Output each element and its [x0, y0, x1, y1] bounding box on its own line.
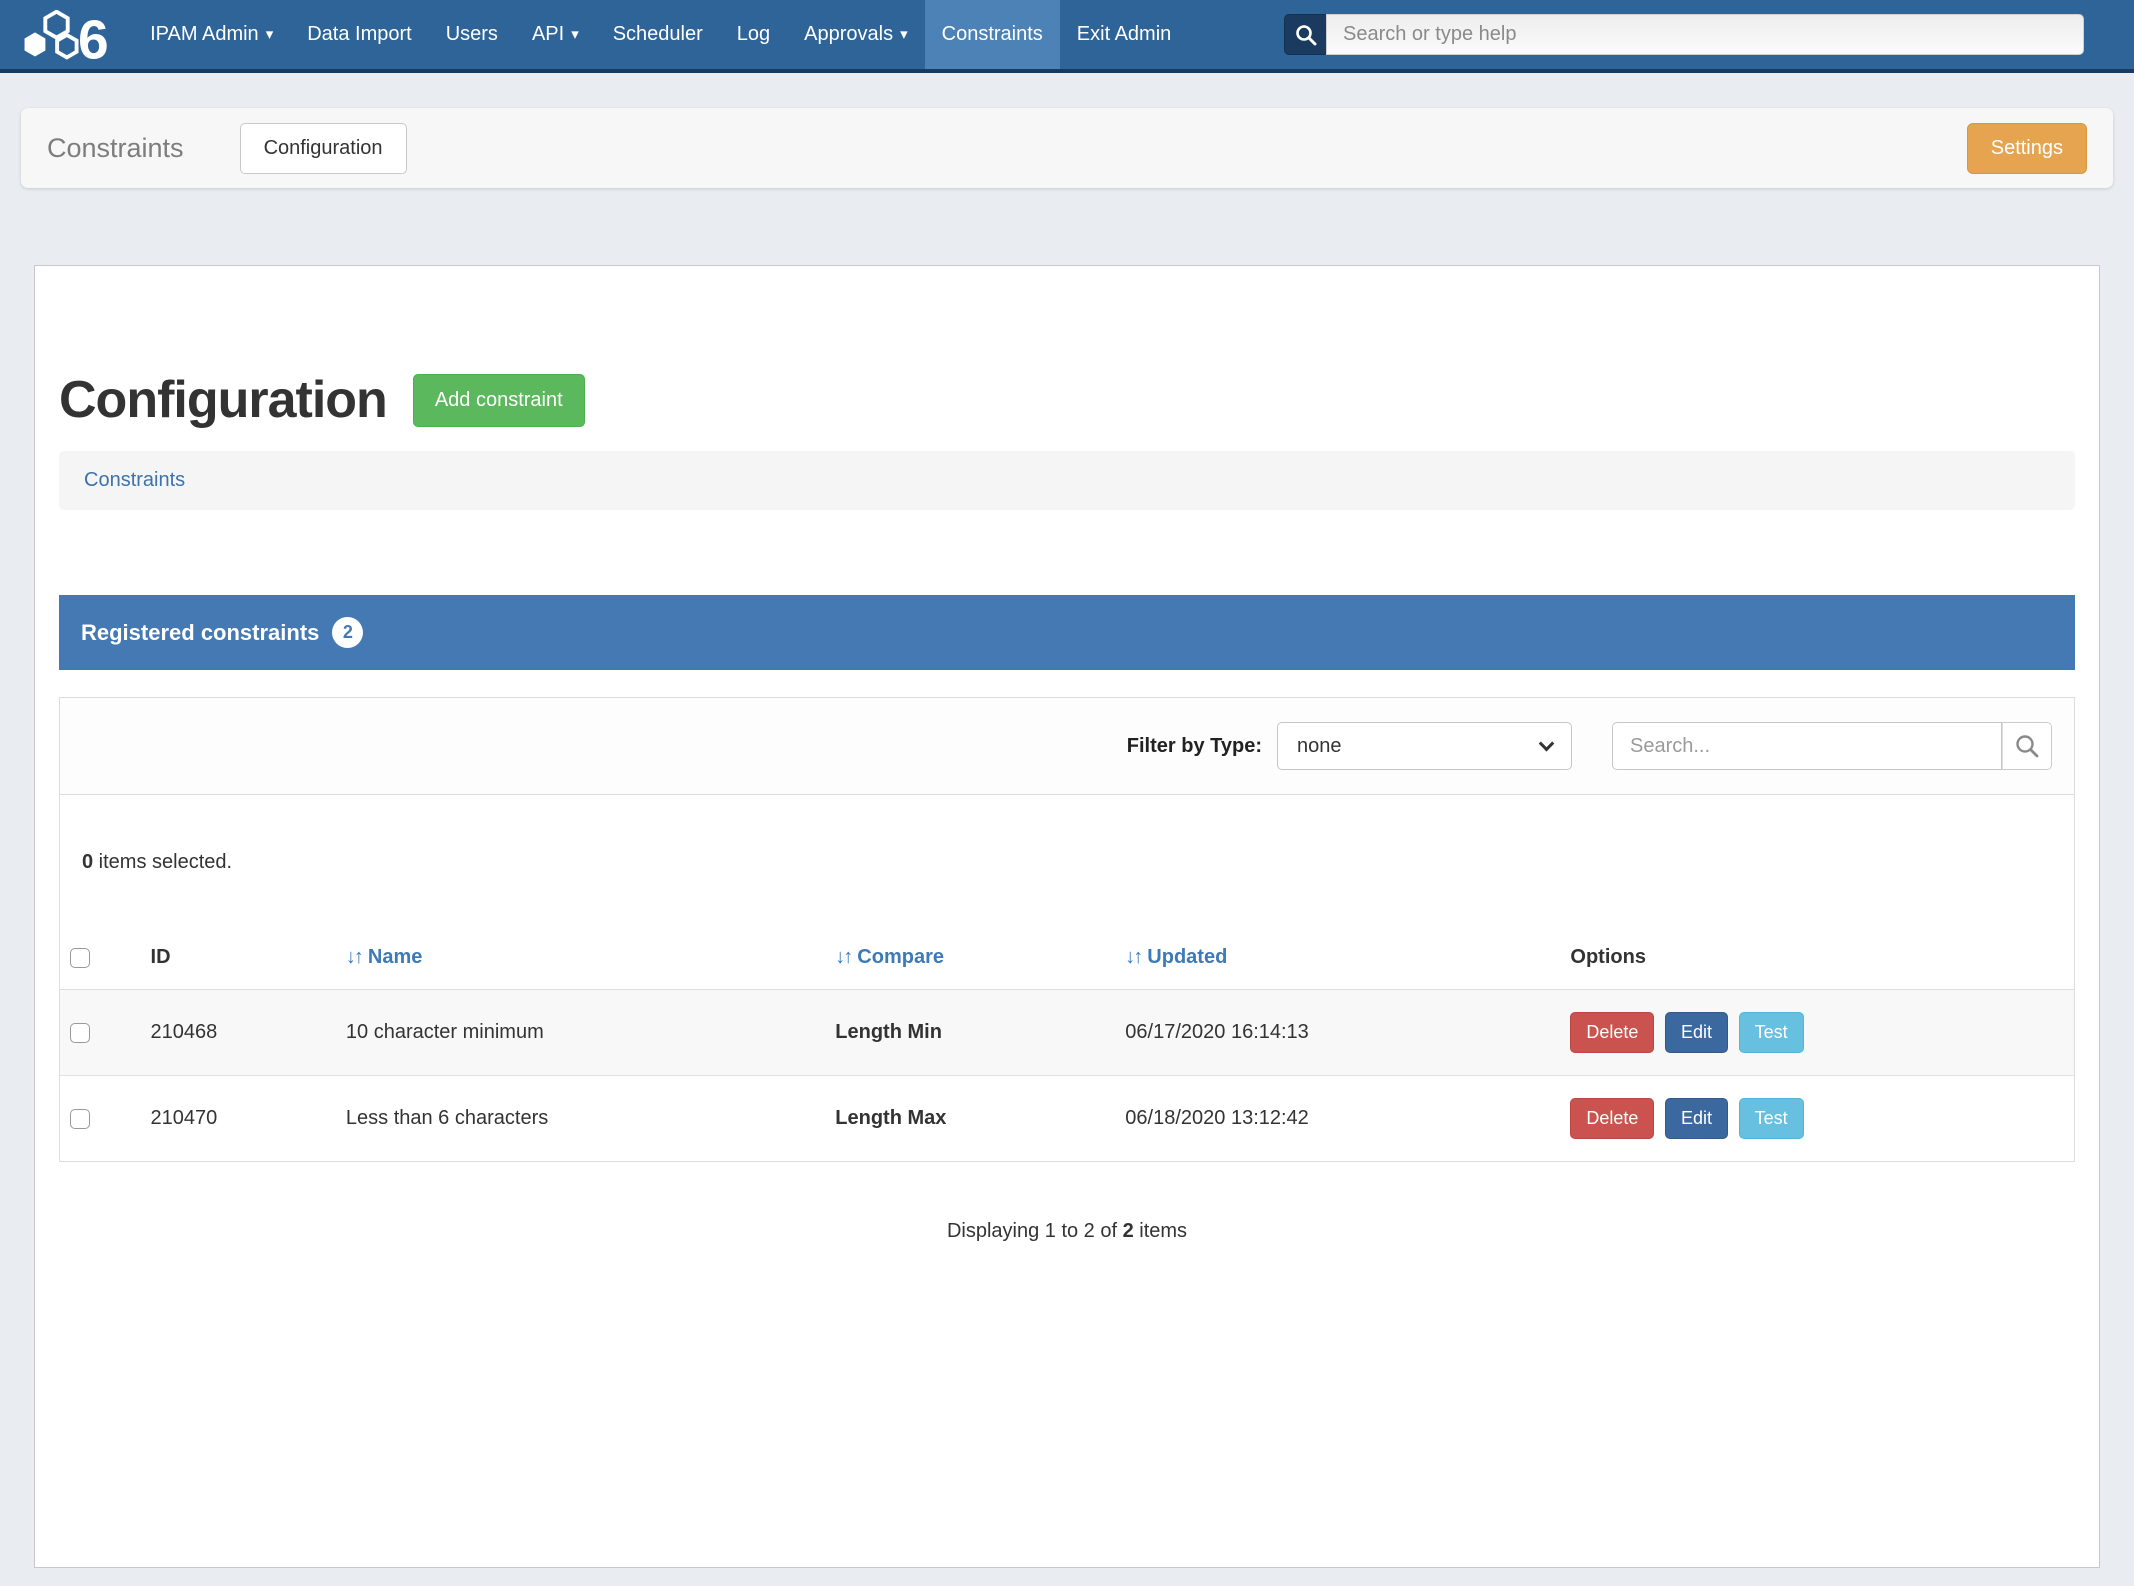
breadcrumb: Constraints [59, 451, 2075, 510]
sort-icon: ↓↑ [1125, 946, 1141, 968]
search-icon [2014, 733, 2040, 759]
cell-updated: 06/17/2020 16:14:13 [1115, 990, 1560, 1076]
nav-item-label: Data Import [307, 23, 411, 46]
page-header-bar: Constraints Configuration Settings [21, 108, 2113, 188]
configuration-tab-button[interactable]: Configuration [240, 123, 407, 174]
nav-item-users[interactable]: Users [429, 0, 515, 69]
cell-name: Less than 6 characters [336, 1076, 825, 1162]
table-filter-row: Filter by Type: none [60, 698, 2074, 795]
caret-down-icon: ▾ [900, 27, 908, 42]
nav-item-label: API [532, 23, 564, 46]
table-search-group [1612, 722, 2052, 770]
row-checkbox[interactable] [70, 1023, 90, 1043]
selected-count: 0 [82, 851, 93, 873]
sort-icon: ↓↑ [835, 946, 851, 968]
column-header-name[interactable]: ↓↑Name [336, 930, 825, 990]
cell-name: 10 character minimum [336, 990, 825, 1076]
nav-item-ipam-admin[interactable]: IPAM Admin ▾ [133, 0, 290, 69]
nav-item-exit-admin[interactable]: Exit Admin [1060, 0, 1188, 69]
global-search-button[interactable] [1284, 14, 1326, 55]
total-items-count: 2 [1123, 1220, 1134, 1242]
cell-id: 210470 [141, 1076, 336, 1162]
selected-text: items selected. [93, 851, 232, 873]
sort-icon: ↓↑ [346, 946, 362, 968]
pagination-summary: Displaying 1 to 2 of 2 items [59, 1220, 2075, 1243]
registered-constraints-panel-header: Registered constraints 2 [59, 595, 2075, 670]
nav-item-data-import[interactable]: Data Import [290, 0, 428, 69]
nav-item-label: Log [737, 23, 770, 46]
panel-title: Registered constraints [81, 620, 319, 646]
delete-button[interactable]: Delete [1570, 1012, 1654, 1053]
global-search [1284, 14, 2084, 55]
global-search-input[interactable] [1326, 14, 2084, 55]
filter-type-selected-value: none [1297, 735, 1342, 758]
nav-item-label: IPAM Admin [150, 23, 259, 46]
constraints-table: ID ↓↑Name ↓↑Compare ↓↑Updated Options 21… [60, 930, 2074, 1161]
select-all-checkbox[interactable] [70, 948, 90, 968]
caret-down-icon: ▾ [571, 27, 579, 42]
filter-type-label: Filter by Type: [1127, 735, 1262, 758]
column-header-compare[interactable]: ↓↑Compare [825, 930, 1115, 990]
nav-item-api[interactable]: API ▾ [515, 0, 596, 69]
top-navbar: 6 IPAM Admin ▾ Data Import Users API ▾ Sch… [0, 0, 2134, 73]
cell-compare: Length Min [825, 990, 1115, 1076]
title-row: Configuration Add constraint [59, 370, 2075, 430]
chevron-down-icon [1539, 735, 1555, 751]
column-header-id: ID [141, 930, 336, 990]
table-header-row: ID ↓↑Name ↓↑Compare ↓↑Updated Options [60, 930, 2074, 990]
nav-menu: IPAM Admin ▾ Data Import Users API ▾ Sched… [133, 0, 1188, 69]
nav-item-label: Scheduler [613, 23, 703, 46]
app-logo[interactable]: 6 [0, 0, 133, 69]
table-row: 210468 10 character minimum Length Min 0… [60, 990, 2074, 1076]
nav-item-log[interactable]: Log [720, 0, 787, 69]
row-checkbox-cell [60, 990, 141, 1076]
edit-button[interactable]: Edit [1665, 1098, 1728, 1139]
column-header-updated[interactable]: ↓↑Updated [1115, 930, 1560, 990]
test-button[interactable]: Test [1739, 1012, 1804, 1053]
nav-item-scheduler[interactable]: Scheduler [596, 0, 720, 69]
constraints-panel-body: Filter by Type: none 0 items selected. [59, 697, 2075, 1162]
nav-item-approvals[interactable]: Approvals ▾ [787, 0, 924, 69]
row-checkbox[interactable] [70, 1109, 90, 1129]
column-header-options: Options [1560, 930, 2074, 990]
cell-updated: 06/18/2020 13:12:42 [1115, 1076, 1560, 1162]
count-badge: 2 [332, 617, 363, 648]
cell-id: 210468 [141, 990, 336, 1076]
search-icon [1294, 23, 1318, 47]
settings-button[interactable]: Settings [1967, 123, 2087, 174]
selection-summary: 0 items selected. [82, 851, 2074, 874]
svg-text:6: 6 [78, 10, 109, 60]
filter-type-select[interactable]: none [1277, 722, 1572, 770]
cell-compare: Length Max [825, 1076, 1115, 1162]
add-constraint-button[interactable]: Add constraint [413, 374, 585, 427]
main-content-card: Configuration Add constraint Constraints… [34, 265, 2100, 1568]
header-checkbox-cell [60, 930, 141, 990]
page-title: Configuration [59, 370, 387, 430]
cell-options: Delete Edit Test [1560, 1076, 2074, 1162]
nav-item-label: Constraints [942, 23, 1043, 46]
table-search-input[interactable] [1612, 722, 2002, 770]
nav-item-constraints[interactable]: Constraints [925, 0, 1060, 69]
test-button[interactable]: Test [1739, 1098, 1804, 1139]
nav-item-label: Users [446, 23, 498, 46]
table-search-button[interactable] [2002, 722, 2052, 770]
caret-down-icon: ▾ [266, 27, 274, 42]
table-row: 210470 Less than 6 characters Length Max… [60, 1076, 2074, 1162]
edit-button[interactable]: Edit [1665, 1012, 1728, 1053]
row-checkbox-cell [60, 1076, 141, 1162]
delete-button[interactable]: Delete [1570, 1098, 1654, 1139]
breadcrumb-link-constraints[interactable]: Constraints [84, 469, 185, 491]
nav-item-label: Exit Admin [1077, 23, 1171, 46]
hexagon-logo-icon: 6 [16, 10, 115, 60]
cell-options: Delete Edit Test [1560, 990, 2074, 1076]
nav-item-label: Approvals [804, 23, 893, 46]
section-title: Constraints [47, 133, 184, 164]
